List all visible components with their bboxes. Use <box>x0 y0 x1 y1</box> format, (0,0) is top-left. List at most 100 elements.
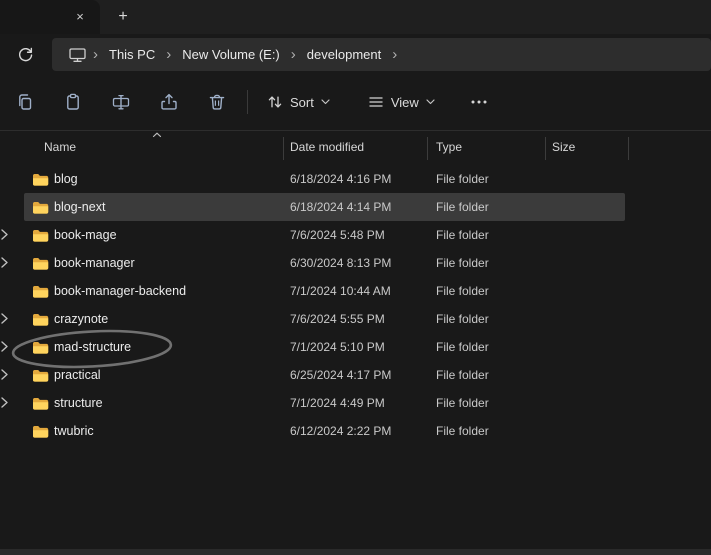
file-type: File folder <box>436 256 489 270</box>
file-type: File folder <box>436 340 489 354</box>
folder-icon <box>32 312 50 327</box>
breadcrumb-item[interactable]: development <box>298 42 390 67</box>
delete-icon <box>209 94 225 110</box>
folder-icon <box>32 284 50 299</box>
file-type: File folder <box>436 172 489 186</box>
column-divider[interactable] <box>545 137 546 160</box>
file-date-modified: 6/25/2024 4:17 PM <box>290 368 392 382</box>
file-date-modified: 6/30/2024 8:13 PM <box>290 256 392 270</box>
share-button[interactable] <box>149 84 189 120</box>
file-date-modified: 7/1/2024 4:49 PM <box>290 396 385 410</box>
column-header-size[interactable]: Size <box>552 140 575 154</box>
file-name: practical <box>54 368 101 382</box>
file-name: mad-structure <box>54 340 132 354</box>
explorer-tab[interactable]: × <box>0 0 100 34</box>
column-header-date-modified[interactable]: Date modified <box>290 140 364 154</box>
column-divider[interactable] <box>628 137 629 160</box>
breadcrumb-item[interactable]: New Volume (E:) <box>173 42 289 67</box>
file-name: book-mage <box>54 228 117 242</box>
file-type: File folder <box>436 396 489 410</box>
column-divider[interactable] <box>427 137 428 160</box>
copy-button[interactable] <box>5 84 45 120</box>
breadcrumb-items: › This PC › New Volume (E:) › development › <box>91 42 399 67</box>
copy-icon <box>19 94 32 110</box>
column-divider[interactable] <box>283 137 284 160</box>
new-tab-button[interactable]: + <box>112 6 134 28</box>
file-date-modified: 7/6/2024 5:55 PM <box>290 312 385 326</box>
view-button[interactable]: View <box>357 85 446 119</box>
tab-bar: × + <box>0 0 711 34</box>
breadcrumb[interactable]: › This PC › New Volume (E:) › development › <box>52 38 711 71</box>
file-row[interactable]: twubric 6/12/2024 2:22 PM File folder <box>24 417 625 445</box>
refresh-button[interactable] <box>11 41 39 67</box>
file-name: structure <box>54 396 103 410</box>
sort-button-label: Sort <box>290 94 314 110</box>
file-type: File folder <box>436 368 489 382</box>
folder-icon <box>32 396 50 411</box>
folder-icon <box>32 424 50 439</box>
refresh-icon <box>18 47 32 61</box>
file-name: book-manager-backend <box>54 284 187 298</box>
file-row[interactable]: crazynote 7/6/2024 5:55 PM File folder <box>24 305 625 333</box>
view-button-label: View <box>390 94 419 110</box>
folder-icon <box>32 368 50 383</box>
file-row[interactable]: blog 6/18/2024 4:16 PM File folder <box>24 165 625 193</box>
command-toolbar: Sort View <box>0 74 711 131</box>
file-date-modified: 6/12/2024 2:22 PM <box>290 424 392 438</box>
breadcrumb-item[interactable]: This PC <box>100 42 164 67</box>
window-bottom-edge <box>0 549 711 555</box>
file-row[interactable]: book-manager 6/30/2024 8:13 PM File fold… <box>24 249 625 277</box>
file-date-modified: 7/1/2024 10:44 AM <box>290 284 391 298</box>
file-name: book-manager <box>54 256 135 270</box>
folder-icon <box>32 200 50 215</box>
file-row[interactable]: practical 6/25/2024 4:17 PM File folder <box>24 361 625 389</box>
file-type: File folder <box>436 424 489 438</box>
file-row[interactable]: blog-next 6/18/2024 4:14 PM File folder <box>24 193 625 221</box>
sort-button[interactable]: Sort <box>256 85 341 119</box>
file-name: blog-next <box>54 200 106 214</box>
column-header-type[interactable]: Type <box>436 140 462 154</box>
file-date-modified: 6/18/2024 4:14 PM <box>290 200 392 214</box>
paste-icon <box>67 93 79 110</box>
file-type: File folder <box>436 200 489 214</box>
breadcrumb-chevron-icon[interactable]: › <box>289 42 298 67</box>
share-icon <box>161 93 177 110</box>
column-header-name[interactable]: Name <box>44 140 76 154</box>
file-row[interactable]: structure 7/1/2024 4:49 PM File folder <box>24 389 625 417</box>
sort-ascending-caret-icon <box>152 132 162 138</box>
paste-button[interactable] <box>53 84 93 120</box>
tab-close-button[interactable]: × <box>71 8 89 26</box>
file-list: blog 6/18/2024 4:16 PM File folder blog-… <box>0 165 711 445</box>
file-explorer-window: × + › This PC › New Volume (E:) › development… <box>0 0 711 555</box>
file-type: File folder <box>436 312 489 326</box>
rename-button[interactable] <box>101 84 141 120</box>
folder-icon <box>32 172 50 187</box>
more-options-button[interactable] <box>460 85 498 119</box>
column-header-row: Name Date modified Type Size <box>0 131 711 165</box>
chevron-down-icon <box>426 99 435 105</box>
breadcrumb-chevron-icon[interactable]: › <box>390 42 399 67</box>
ellipsis-icon <box>471 100 487 104</box>
this-pc-icon <box>68 46 87 63</box>
rename-icon <box>112 94 130 110</box>
file-name: crazynote <box>54 312 109 326</box>
file-type: File folder <box>436 284 489 298</box>
delete-button[interactable] <box>197 84 237 120</box>
file-name: blog <box>54 172 78 186</box>
sort-icon <box>268 96 282 108</box>
file-date-modified: 6/18/2024 4:16 PM <box>290 172 392 186</box>
toolbar-separator <box>247 90 248 114</box>
folder-icon <box>32 256 50 271</box>
folder-icon <box>32 228 50 243</box>
file-row[interactable]: book-mage 7/6/2024 5:48 PM File folder <box>24 221 625 249</box>
folder-icon <box>32 340 50 355</box>
file-row[interactable]: mad-structure 7/1/2024 5:10 PM File fold… <box>24 333 625 361</box>
breadcrumb-chevron-icon[interactable]: › <box>91 42 100 67</box>
file-row[interactable]: book-manager-backend 7/1/2024 10:44 AM F… <box>24 277 625 305</box>
view-icon <box>369 97 383 107</box>
file-type: File folder <box>436 228 489 242</box>
file-date-modified: 7/6/2024 5:48 PM <box>290 228 385 242</box>
breadcrumb-chevron-icon[interactable]: › <box>164 42 173 67</box>
chevron-down-icon <box>321 99 330 105</box>
file-name: twubric <box>54 424 94 438</box>
